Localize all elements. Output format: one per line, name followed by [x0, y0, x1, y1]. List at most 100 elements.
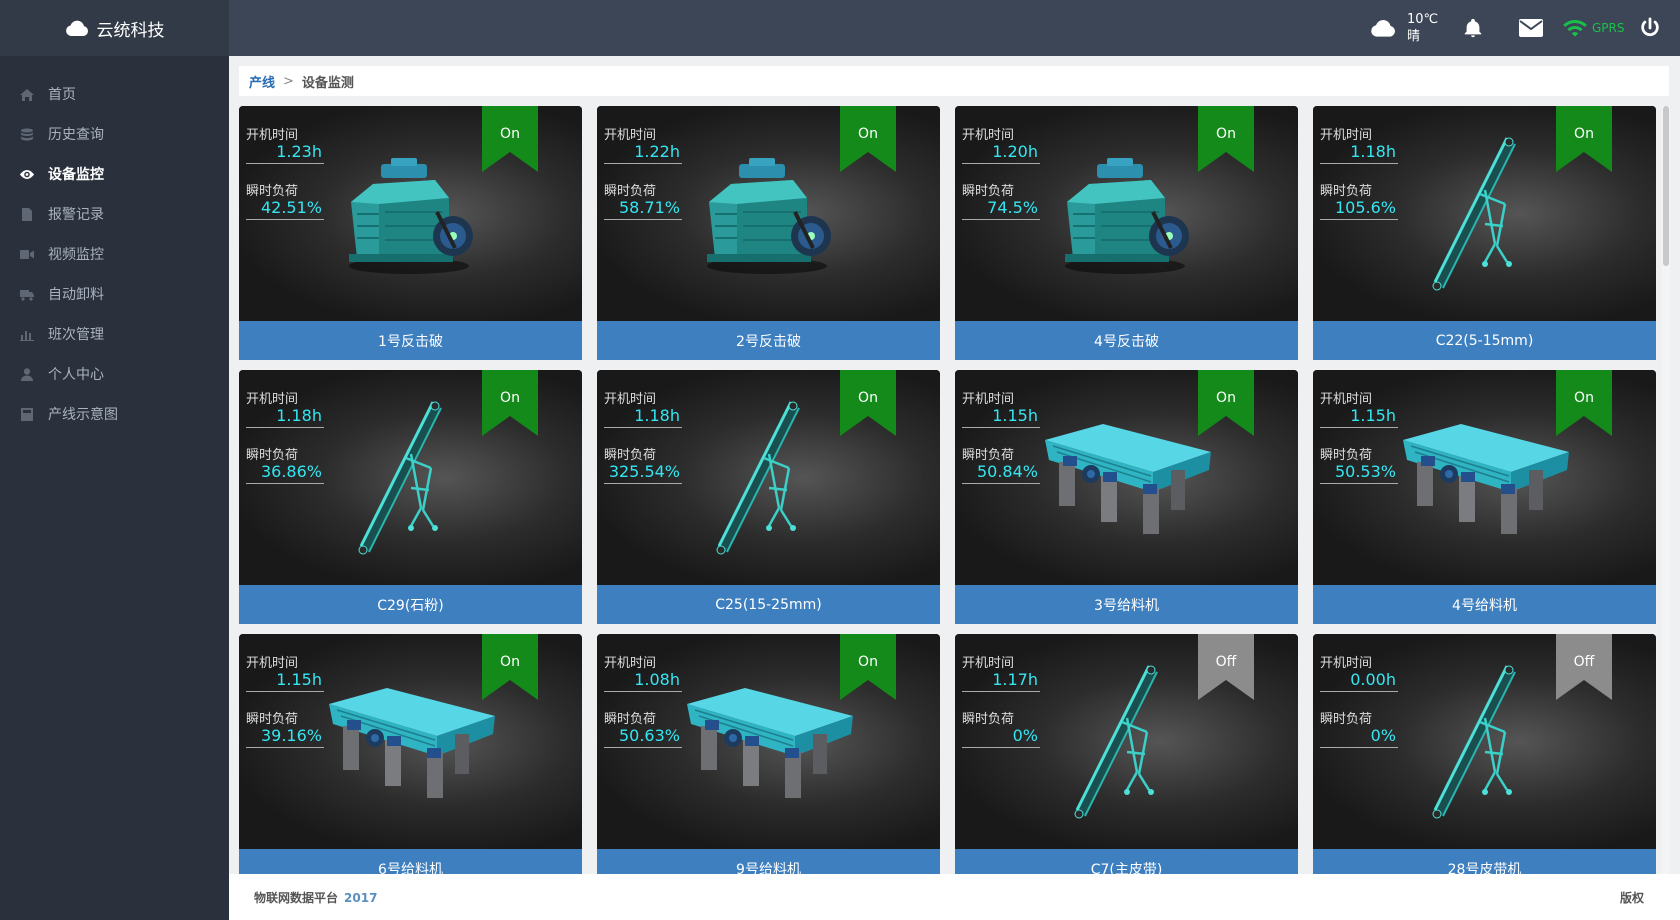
- envelope-icon: [1519, 19, 1543, 37]
- breadcrumb: 产线 > 设备监测: [239, 66, 1669, 96]
- load-stat: 瞬时负荷 36.86%: [246, 444, 324, 484]
- runtime-value: 1.20h: [962, 142, 1040, 164]
- breadcrumb-parent-link[interactable]: 产线: [249, 72, 275, 91]
- status-badge: On: [840, 634, 896, 700]
- footer-title: 物联网数据平台: [254, 890, 339, 905]
- sidebar-item-1[interactable]: 历史查询: [0, 114, 229, 154]
- sidebar-item-label: 首页: [48, 87, 76, 103]
- runtime-stat: 开机时间 1.18h: [1320, 124, 1398, 164]
- device-name: 4号反击破: [955, 321, 1298, 360]
- video-icon: [19, 247, 35, 261]
- device-card[interactable]: 开机时间 1.08h 瞬时负荷 50.63% On 9号给料机: [597, 634, 940, 874]
- device-card[interactable]: 开机时间 1.15h 瞬时负荷 50.84% On 3号给料机: [955, 370, 1298, 624]
- load-value: 74.5%: [962, 198, 1040, 220]
- user-icon: [19, 367, 35, 381]
- device-name: 9号给料机: [597, 849, 940, 874]
- sidebar-item-4[interactable]: 视频监控: [0, 234, 229, 274]
- status-badge: Off: [1198, 634, 1254, 700]
- conveyor-illustration: [1432, 665, 1516, 819]
- load-stat: 瞬时负荷 50.53%: [1320, 444, 1398, 484]
- runtime-stat: 开机时间 1.20h: [962, 124, 1040, 164]
- runtime-stat: 开机时间 0.00h: [1320, 652, 1398, 692]
- status-badge: On: [1198, 370, 1254, 436]
- truck-icon: [19, 287, 35, 301]
- status-text: On: [1216, 126, 1236, 142]
- sidebar-item-label: 自动卸料: [48, 287, 104, 303]
- cloud-logo-icon: [65, 20, 88, 36]
- device-grid: 开机时间 1.23h 瞬时负荷 42.51% On 1号反击破 开机时间 1.22h 瞬时负荷 5…: [239, 106, 1661, 874]
- runtime-value: 1.15h: [962, 406, 1040, 428]
- bar-chart-icon: [19, 327, 35, 341]
- sidebar-item-label: 报警记录: [48, 207, 104, 223]
- status-badge: On: [482, 370, 538, 436]
- status-text: On: [500, 390, 520, 406]
- device-name: 4号给料机: [1313, 585, 1656, 624]
- device-card[interactable]: 开机时间 1.23h 瞬时负荷 42.51% On 1号反击破: [239, 106, 582, 360]
- status-text: On: [1574, 390, 1594, 406]
- breadcrumb-separator-icon: >: [283, 73, 294, 89]
- copyright-link[interactable]: 版权: [1620, 889, 1644, 906]
- load-stat: 瞬时负荷 50.63%: [604, 708, 682, 748]
- load-label: 瞬时负荷: [604, 712, 657, 727]
- notifications-button[interactable]: [1462, 0, 1484, 56]
- sidebar-item-7[interactable]: 个人中心: [0, 354, 229, 394]
- device-card[interactable]: 开机时间 1.15h 瞬时负荷 50.53% On 4号给料机: [1313, 370, 1656, 624]
- load-value: 0%: [962, 726, 1040, 748]
- sidebar-item-label: 产线示意图: [48, 407, 118, 423]
- runtime-value: 1.18h: [246, 406, 324, 428]
- runtime-stat: 开机时间 1.18h: [604, 388, 682, 428]
- conveyor-illustration: [1074, 665, 1158, 819]
- document-icon: [19, 207, 35, 221]
- sidebar-item-8[interactable]: 产线示意图: [0, 394, 229, 434]
- device-card[interactable]: 开机时间 1.18h 瞬时负荷 325.54% On C25(15-25mm): [597, 370, 940, 624]
- load-label: 瞬时负荷: [604, 184, 657, 199]
- device-card[interactable]: 开机时间 1.15h 瞬时负荷 39.16% On 6号给料机: [239, 634, 582, 874]
- power-button[interactable]: [1639, 0, 1661, 56]
- device-card[interactable]: 开机时间 1.18h 瞬时负荷 36.86% On C29(石粉): [239, 370, 582, 624]
- runtime-label: 开机时间: [246, 392, 299, 407]
- device-card[interactable]: 开机时间 1.18h 瞬时负荷 105.6% On C22(5-15mm): [1313, 106, 1656, 360]
- runtime-stat: 开机时间 1.15h: [1320, 388, 1398, 428]
- device-name: 1号反击破: [239, 321, 582, 360]
- top-bar: 10℃ 晴 GPRS: [229, 0, 1680, 56]
- runtime-label: 开机时间: [604, 656, 657, 671]
- sidebar-item-5[interactable]: 自动卸料: [0, 274, 229, 314]
- device-card[interactable]: 开机时间 1.22h 瞬时负荷 58.71% On 2号反击破: [597, 106, 940, 360]
- device-name: 2号反击破: [597, 321, 940, 360]
- vertical-scrollbar[interactable]: [1662, 106, 1670, 874]
- conveyor-illustration: [358, 401, 442, 555]
- signal-status: GPRS: [1562, 0, 1625, 56]
- load-value: 50.63%: [604, 726, 682, 748]
- sidebar: 云统科技 首页历史查询 设备监控报警记录视频监控自动卸料班次管理 个人中心产线示意图: [0, 0, 229, 920]
- device-name: 6号给料机: [239, 849, 582, 874]
- device-grid-viewport[interactable]: 开机时间 1.23h 瞬时负荷 42.51% On 1号反击破 开机时间 1.22h 瞬时负荷 5…: [239, 106, 1661, 874]
- runtime-stat: 开机时间 1.15h: [962, 388, 1040, 428]
- runtime-value: 1.18h: [1320, 142, 1398, 164]
- device-card[interactable]: 开机时间 0.00h 瞬时负荷 0% Off 28号皮带机: [1313, 634, 1656, 874]
- runtime-value: 1.22h: [604, 142, 682, 164]
- device-card[interactable]: 开机时间 1.17h 瞬时负荷 0% Off C7(主皮带): [955, 634, 1298, 874]
- sidebar-item-2[interactable]: 设备监控: [0, 154, 229, 194]
- wifi-icon: [1563, 20, 1587, 37]
- brand[interactable]: 云统科技: [0, 0, 229, 56]
- cloud-icon: [1371, 20, 1395, 37]
- runtime-label: 开机时间: [1320, 128, 1373, 143]
- sidebar-item-0[interactable]: 首页: [0, 74, 229, 114]
- runtime-value: 1.17h: [962, 670, 1040, 692]
- runtime-label: 开机时间: [1320, 392, 1373, 407]
- breadcrumb-current: 设备监测: [301, 75, 354, 91]
- device-card[interactable]: 开机时间 1.20h 瞬时负荷 74.5% On 4号反击破: [955, 106, 1298, 360]
- load-label: 瞬时负荷: [1320, 712, 1373, 727]
- device-name: C29(石粉): [239, 585, 582, 624]
- status-text: On: [858, 654, 878, 670]
- status-text: On: [858, 126, 878, 142]
- scrollbar-thumb[interactable]: [1663, 106, 1669, 266]
- messages-button[interactable]: [1519, 0, 1543, 56]
- sidebar-item-6[interactable]: 班次管理: [0, 314, 229, 354]
- load-stat: 瞬时负荷 0%: [962, 708, 1040, 748]
- sidebar-item-3[interactable]: 报警记录: [0, 194, 229, 234]
- runtime-stat: 开机时间 1.22h: [604, 124, 682, 164]
- status-badge: On: [840, 370, 896, 436]
- runtime-stat: 开机时间 1.23h: [246, 124, 324, 164]
- device-name: C7(主皮带): [955, 849, 1298, 874]
